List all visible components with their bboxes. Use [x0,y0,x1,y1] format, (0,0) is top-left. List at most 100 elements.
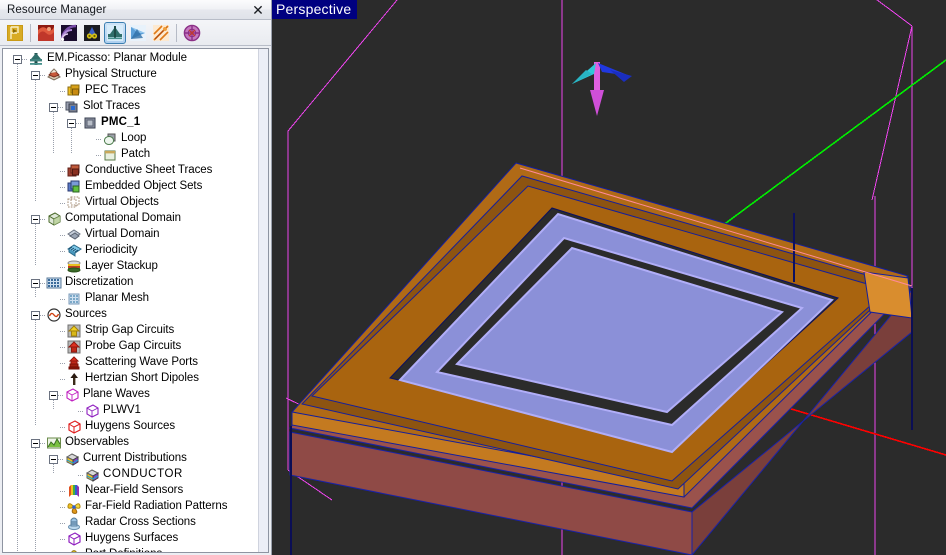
toolbar-separator-2 [176,24,177,42]
wave-propagation-icon[interactable] [58,22,80,44]
tree-item-plane-waves[interactable]: Plane Waves [3,387,258,403]
tree-connector [49,179,60,195]
tree-item-hertzian-short-dipoles[interactable]: Hertzian Short Dipoles [3,371,258,387]
observables-icon [46,435,62,451]
tree-item-conductive-sheet-traces[interactable]: Conductive Sheet Traces [3,163,258,179]
tree-indent [3,387,49,403]
tree-indent [3,99,49,115]
pec-traces-icon [66,83,82,99]
tree-connector [85,131,96,147]
tree-collapse-icon[interactable] [31,71,40,80]
tree-item-label: Huygens Surfaces [85,533,178,545]
materials-icon[interactable] [35,22,57,44]
tree-indent [3,547,49,552]
resource-tree[interactable]: EM.Picasso: Planar Module Physical Struct… [3,49,258,552]
tree-item-label: Periodicity [85,245,138,257]
tree-item-patch[interactable]: Patch [3,147,258,163]
tree-item-huygens-sources[interactable]: Huygens Sources [3,419,258,435]
target-icon[interactable] [181,22,203,44]
tree-item-virtual-domain[interactable]: Virtual Domain [3,227,258,243]
planar-module-geometry[interactable] [290,163,912,555]
tree-item-physical-structure[interactable]: Physical Structure [3,67,258,83]
tree-item-conductor[interactable]: CONDUCTOR [3,467,258,483]
open-project-icon[interactable] [4,22,26,44]
tree-item-port-definitions[interactable]: Port Definitions [3,547,258,552]
tree-item-label: EM.Picasso: Planar Module [47,53,187,65]
tree-item-label: Virtual Objects [85,197,159,209]
tree-connector [49,243,60,259]
tree-collapse-icon[interactable] [49,103,58,112]
tree-item-far-field-radiation-patterns[interactable]: Far-Field Radiation Patterns [3,499,258,515]
tree-item-label: PLWV1 [103,405,141,417]
far-field-radiation-patterns-icon [66,499,82,515]
tree-item-label: Virtual Domain [85,229,160,241]
tree-connector [49,339,60,355]
tree-collapse-icon[interactable] [67,119,76,128]
tree-item-embedded-object-sets[interactable]: Embedded Object Sets [3,179,258,195]
panel-title: Resource Manager [7,4,106,16]
tree-item-pmc-1[interactable]: PMC_1 [3,115,258,131]
3d-scene[interactable] [272,0,946,555]
tree-item-observables[interactable]: Observables [3,435,258,451]
tree-collapse-icon[interactable] [31,215,40,224]
tree-indent [3,355,49,371]
tree-connector [67,467,78,483]
tree-indent [3,243,49,259]
tree-item-sources[interactable]: Sources [3,307,258,323]
tree-collapse-icon[interactable] [31,279,40,288]
tree-item-label: Strip Gap Circuits [85,325,174,337]
tree-item-loop[interactable]: Loop [3,131,258,147]
sources-icon [46,307,62,323]
huygens-surfaces-icon [66,531,82,547]
plane-waves-icon [64,387,80,403]
tree-collapse-icon[interactable] [31,439,40,448]
tree-vertical-scrollbar[interactable] [258,49,268,552]
tree-item-plwv1[interactable]: PLWV1 [3,403,258,419]
tree-collapse-icon[interactable] [13,55,22,64]
tree-indent [3,131,85,147]
tree-item-huygens-surfaces[interactable]: Huygens Surfaces [3,531,258,547]
far-field-icon[interactable] [150,22,172,44]
tree-item-computational-domain[interactable]: Computational Domain [3,211,258,227]
planar-module-icon [28,51,44,67]
planar-module-icon[interactable] [104,22,126,44]
tree-item-periodicity[interactable]: Periodicity [3,243,258,259]
tree-item-slot-traces[interactable]: Slot Traces [3,99,258,115]
tree-connector [49,291,60,307]
tree-item-probe-gap-circuits[interactable]: Probe Gap Circuits [3,339,258,355]
plane-wave-item-icon [84,403,100,419]
tree-item-em-picasso-planar-module[interactable]: EM.Picasso: Planar Module [3,51,258,67]
resource-tree-container[interactable]: EM.Picasso: Planar Module Physical Struct… [2,48,269,553]
3d-viewport[interactable]: Perspective [272,0,946,555]
tree-indent [3,515,49,531]
tree-item-near-field-sensors[interactable]: Near-Field Sensors [3,483,258,499]
h-field-arrow-tail [572,70,592,84]
tree-item-radar-cross-sections[interactable]: Radar Cross Sections [3,515,258,531]
tree-collapse-icon[interactable] [49,391,58,400]
tree-item-discretization[interactable]: Discretization [3,275,258,291]
layer-stackup-icon [66,259,82,275]
conductor-item-icon [84,467,100,483]
tree-collapse-icon[interactable] [31,311,40,320]
tree-indent [3,323,49,339]
tree-item-label: Far-Field Radiation Patterns [85,501,227,513]
tree-collapse-icon[interactable] [49,455,58,464]
plane-wave-indicator[interactable] [572,62,632,116]
tree-item-planar-mesh[interactable]: Planar Mesh [3,291,258,307]
tree-item-pec-traces[interactable]: PEC Traces [3,83,258,99]
tree-indent [3,227,49,243]
tree-item-layer-stackup[interactable]: Layer Stackup [3,259,258,275]
current-distributions-icon [64,451,80,467]
strip-gap-circuits-icon [66,323,82,339]
tree-item-virtual-objects[interactable]: Virtual Objects [3,195,258,211]
tree-item-strip-gap-circuits[interactable]: Strip Gap Circuits [3,323,258,339]
close-icon[interactable]: ✕ [250,2,266,18]
tree-indent [3,83,49,99]
radiation-pattern-icon[interactable] [127,22,149,44]
tree-connector [49,483,60,499]
port-definitions-icon [66,547,82,552]
tree-item-current-distributions[interactable]: Current Distributions [3,451,258,467]
tree-item-scattering-wave-ports[interactable]: Scattering Wave Ports [3,355,258,371]
tree-indent [3,419,49,435]
sources-icon[interactable] [81,22,103,44]
